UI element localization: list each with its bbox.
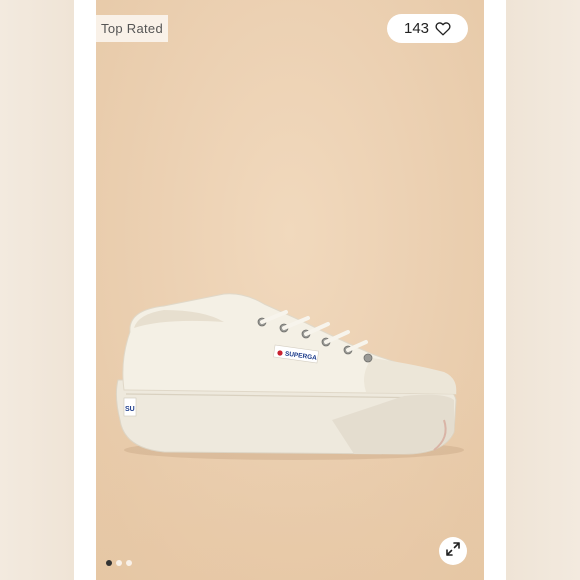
like-count: 143 <box>403 20 430 37</box>
carousel-pagination <box>106 560 132 566</box>
expand-button[interactable] <box>439 537 467 565</box>
carousel-dot-1[interactable] <box>106 560 112 566</box>
top-rated-label: Top Rated <box>101 21 163 36</box>
carousel-dot-3[interactable] <box>126 560 132 566</box>
sneaker-image: SUPERGA SU <box>115 293 464 460</box>
toe-cap <box>364 358 457 394</box>
heel-tab-text: SU <box>125 406 135 413</box>
top-rated-badge: Top Rated <box>96 15 168 42</box>
carousel-dot-2[interactable] <box>116 560 122 566</box>
listing-image-viewer: SUPERGA SU Top Rated 143 <box>0 0 580 580</box>
expand-icon <box>445 541 461 562</box>
like-button[interactable]: 143 <box>387 14 468 43</box>
blurred-backdrop-right <box>506 0 580 580</box>
blurred-backdrop-left <box>0 0 74 580</box>
brand-mark <box>277 350 283 356</box>
heart-icon <box>435 21 451 36</box>
